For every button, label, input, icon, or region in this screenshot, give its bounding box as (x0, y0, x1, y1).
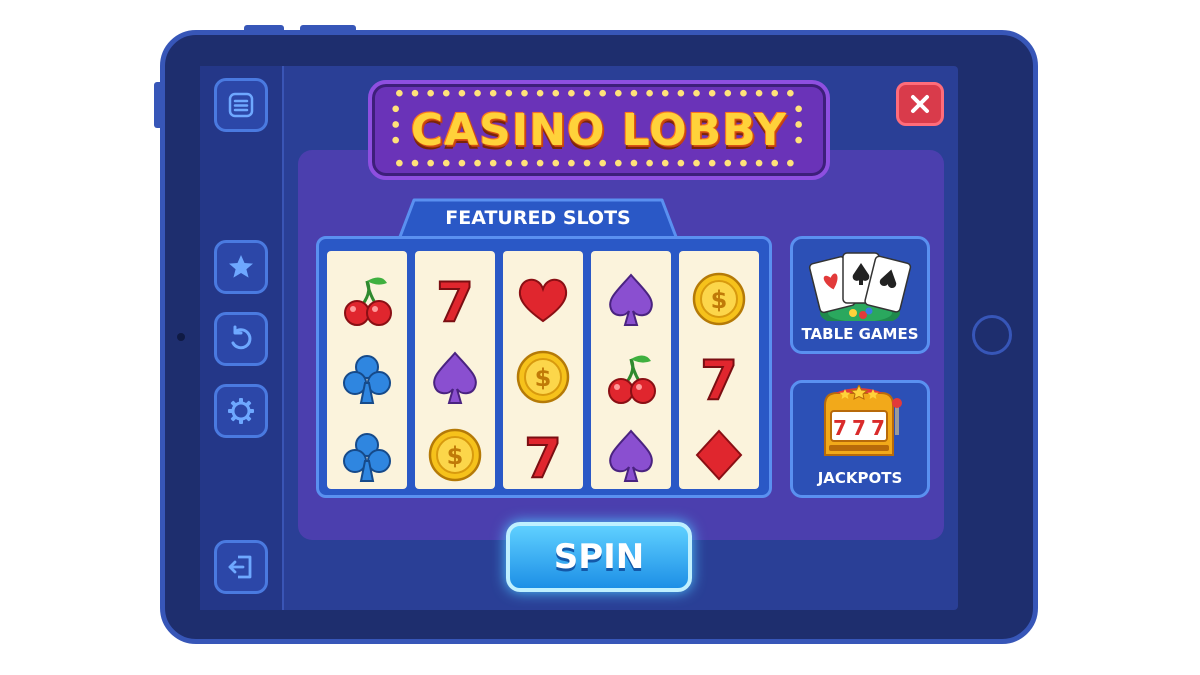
slot-machine-icon: 7 7 7 (824, 385, 902, 456)
svg-text:7: 7 (436, 271, 474, 329)
table-games-card[interactable]: TABLE GAMES (790, 236, 930, 354)
svg-text:7: 7 (700, 349, 738, 407)
favorites-button[interactable] (214, 240, 268, 294)
gear-icon (228, 398, 254, 424)
undo-button[interactable] (214, 312, 268, 366)
title-marquee: CASINO LOBBY (368, 80, 830, 180)
menu-button[interactable] (214, 78, 268, 132)
featured-slots-label: FEATURED SLOTS (445, 207, 631, 229)
home-button[interactable] (972, 315, 1012, 355)
camera (177, 333, 185, 341)
menu-icon (228, 92, 254, 118)
coin-icon: $ (516, 350, 570, 404)
jackpots-card[interactable]: 7 7 7 JACKPOTS (790, 380, 930, 498)
exit-icon (228, 555, 252, 579)
spade-icon (609, 273, 653, 326)
svg-text:7: 7 (871, 416, 885, 440)
seven-icon: 7 (435, 270, 475, 329)
exit-button[interactable] (214, 540, 268, 594)
svg-text:7: 7 (833, 416, 847, 440)
reel-1 (327, 251, 407, 489)
coin-icon: $ (692, 272, 746, 326)
svg-text:$: $ (711, 286, 728, 314)
reel-2: 7 $ (415, 251, 495, 489)
reel-5: $7 (679, 251, 759, 489)
settings-button[interactable] (214, 384, 268, 438)
spin-button[interactable]: SPIN (506, 522, 692, 592)
club-icon (343, 355, 391, 404)
reel-4 (591, 251, 671, 489)
page-title: CASINO LOBBY (410, 104, 788, 156)
svg-text:$: $ (447, 442, 464, 470)
spade-icon (609, 429, 653, 482)
close-icon (911, 95, 929, 113)
spade-icon (433, 351, 477, 404)
reel-3: $7 (503, 251, 583, 489)
seven-icon: 7 (699, 348, 739, 407)
svg-text:$: $ (535, 364, 552, 392)
jackpots-label: JACKPOTS (817, 469, 903, 487)
diamond-icon (695, 429, 743, 481)
star-icon (229, 255, 253, 278)
cherry-icon (608, 355, 656, 404)
seven-icon: 7 (523, 426, 563, 485)
undo-icon (231, 325, 252, 350)
coin-icon: $ (428, 428, 482, 482)
cherry-icon (344, 277, 392, 326)
table-games-label: TABLE GAMES (801, 325, 919, 343)
close-button[interactable] (896, 82, 944, 126)
club-icon (343, 433, 391, 482)
svg-text:7: 7 (524, 427, 562, 485)
svg-text:7: 7 (852, 416, 866, 440)
heart-icon (518, 278, 568, 323)
slot-reels: 7 $ $7 $7 (316, 236, 772, 498)
cards-icon (808, 252, 912, 321)
